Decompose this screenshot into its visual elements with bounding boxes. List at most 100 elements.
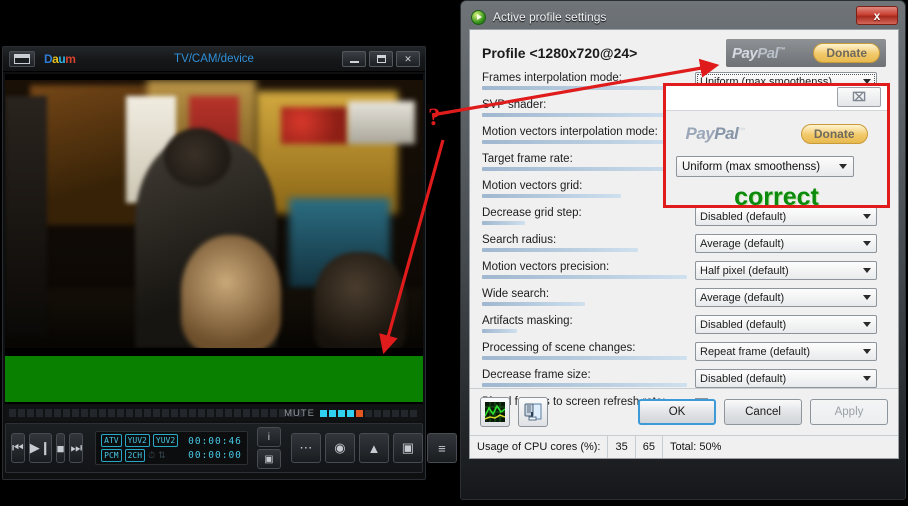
- setting-dropdown[interactable]: Disabled (default): [695, 207, 877, 226]
- seek-segment[interactable]: [171, 409, 178, 417]
- overlay-interpolation-dropdown[interactable]: Uniform (max smoothenss): [676, 156, 854, 177]
- seek-segment[interactable]: [216, 409, 223, 417]
- next-button[interactable]: ⏭: [69, 433, 83, 463]
- setting-label: Motion vectors precision:: [482, 261, 687, 273]
- seek-segment[interactable]: [135, 409, 142, 417]
- record-button[interactable]: ◉: [325, 433, 355, 463]
- volume-segment[interactable]: [347, 410, 354, 417]
- seek-segment[interactable]: [153, 409, 160, 417]
- badge-pcm: PCM: [101, 449, 121, 462]
- seek-segment[interactable]: [27, 409, 34, 417]
- seek-segment[interactable]: [180, 409, 187, 417]
- ok-button[interactable]: OK: [638, 399, 716, 425]
- overlay-dropdown-value: Uniform (max smoothenss): [682, 161, 820, 173]
- setting-underline: [482, 194, 621, 198]
- volume-segments[interactable]: [320, 410, 417, 417]
- overlay-topbar: ⌧: [666, 86, 887, 110]
- seek-segment[interactable]: [54, 409, 61, 417]
- screenshot-button[interactable]: ▣: [257, 449, 281, 469]
- seek-segment[interactable]: [108, 409, 115, 417]
- video-person-right: [314, 252, 406, 348]
- volume-segment[interactable]: [365, 410, 372, 417]
- seek-segment[interactable]: [234, 409, 241, 417]
- stop-button[interactable]: ■: [56, 433, 66, 463]
- setting-dropdown[interactable]: Half pixel (default): [695, 261, 877, 280]
- seek-segment[interactable]: [18, 409, 25, 417]
- overlay-donate-button[interactable]: Donate: [801, 124, 868, 144]
- close-button[interactable]: ✕: [396, 51, 420, 67]
- video-red-produce: [281, 107, 348, 145]
- volume-segment[interactable]: [338, 410, 345, 417]
- paypal-banner[interactable]: PayPal™ Donate: [726, 39, 886, 67]
- playlist-button[interactable]: ≡: [427, 433, 457, 463]
- setting-label: Decrease frame size:: [482, 369, 687, 381]
- seek-segment[interactable]: [270, 409, 277, 417]
- volume-segment[interactable]: [374, 410, 381, 417]
- zoom-callout-overlay: ⌧ PayPal™ Donate Uniform (max smoothenss…: [663, 83, 890, 208]
- graph-icon[interactable]: [480, 397, 510, 427]
- subtitles-button[interactable]: ⋯: [291, 433, 321, 463]
- seek-segment[interactable]: [243, 409, 250, 417]
- dropdown-value: Repeat frame (default): [700, 346, 810, 358]
- play-pause-button[interactable]: ▶❙: [29, 433, 52, 463]
- setting-label-wrap: Motion vectors interpolation mode:: [482, 125, 687, 144]
- cancel-button[interactable]: Cancel: [724, 399, 802, 425]
- volume-segment[interactable]: [356, 410, 363, 417]
- setting-dropdown[interactable]: Disabled (default): [695, 315, 877, 334]
- seek-segment[interactable]: [207, 409, 214, 417]
- overlay-paypal-banner[interactable]: PayPal™ Donate: [682, 119, 872, 149]
- seek-segment[interactable]: [45, 409, 52, 417]
- badge-2ch: 2CH: [125, 449, 145, 462]
- screen-layout-icon[interactable]: [9, 51, 35, 67]
- maximize-button[interactable]: [369, 51, 393, 67]
- donate-button[interactable]: Donate: [813, 43, 880, 63]
- seek-segment[interactable]: [189, 409, 196, 417]
- seek-segment[interactable]: [144, 409, 151, 417]
- minimize-button[interactable]: [342, 51, 366, 67]
- dialog-header: Profile <1280x720@24> PayPal™ Donate: [470, 30, 898, 69]
- seek-segment[interactable]: [198, 409, 205, 417]
- seek-segment[interactable]: [90, 409, 97, 417]
- seek-segment[interactable]: [63, 409, 70, 417]
- volume-segment[interactable]: [329, 410, 336, 417]
- previous-button[interactable]: ⏮: [11, 433, 25, 463]
- video-area[interactable]: [5, 74, 423, 404]
- save-button[interactable]: ▣: [393, 433, 423, 463]
- volume-control[interactable]: MUTE: [284, 408, 417, 419]
- volume-segment[interactable]: [401, 410, 408, 417]
- dialog-close-button[interactable]: x: [856, 6, 898, 25]
- info-button[interactable]: i: [257, 427, 281, 447]
- seek-segment[interactable]: [36, 409, 43, 417]
- setting-dropdown[interactable]: Average (default): [695, 288, 877, 307]
- save-profile-icon[interactable]: [518, 397, 548, 427]
- setting-dropdown[interactable]: Disabled (default): [695, 369, 877, 388]
- setting-dropdown[interactable]: Repeat frame (default): [695, 342, 877, 361]
- setting-underline: [482, 167, 687, 171]
- volume-segment[interactable]: [383, 410, 390, 417]
- eject-button[interactable]: ▲: [359, 433, 389, 463]
- player-right-buttons: ⋯ ◉ ▲ ▣ ≡: [291, 433, 457, 463]
- seek-segment[interactable]: [162, 409, 169, 417]
- video-white-bags: [348, 101, 415, 144]
- seek-segment[interactable]: [99, 409, 106, 417]
- volume-segment[interactable]: [410, 410, 417, 417]
- setting-control: Half pixel (default): [695, 260, 877, 280]
- cpu-core-1-value: 35: [608, 436, 635, 458]
- seek-segment[interactable]: [261, 409, 268, 417]
- seek-segment[interactable]: [81, 409, 88, 417]
- seek-segment[interactable]: [72, 409, 79, 417]
- setting-label: Wide search:: [482, 288, 687, 300]
- setting-underline: [482, 275, 687, 279]
- seek-segment[interactable]: [117, 409, 124, 417]
- seek-segment[interactable]: [225, 409, 232, 417]
- dialog-titlebar: Active profile settings x: [464, 4, 902, 30]
- seek-segment[interactable]: [9, 409, 16, 417]
- setting-label: Processing of scene changes:: [482, 342, 687, 354]
- overlay-close-icon[interactable]: ⌧: [837, 87, 881, 107]
- seek-segment[interactable]: [126, 409, 133, 417]
- volume-segment[interactable]: [392, 410, 399, 417]
- setting-dropdown[interactable]: Average (default): [695, 234, 877, 253]
- seek-bar[interactable]: [9, 409, 304, 417]
- seek-segment[interactable]: [252, 409, 259, 417]
- volume-segment[interactable]: [320, 410, 327, 417]
